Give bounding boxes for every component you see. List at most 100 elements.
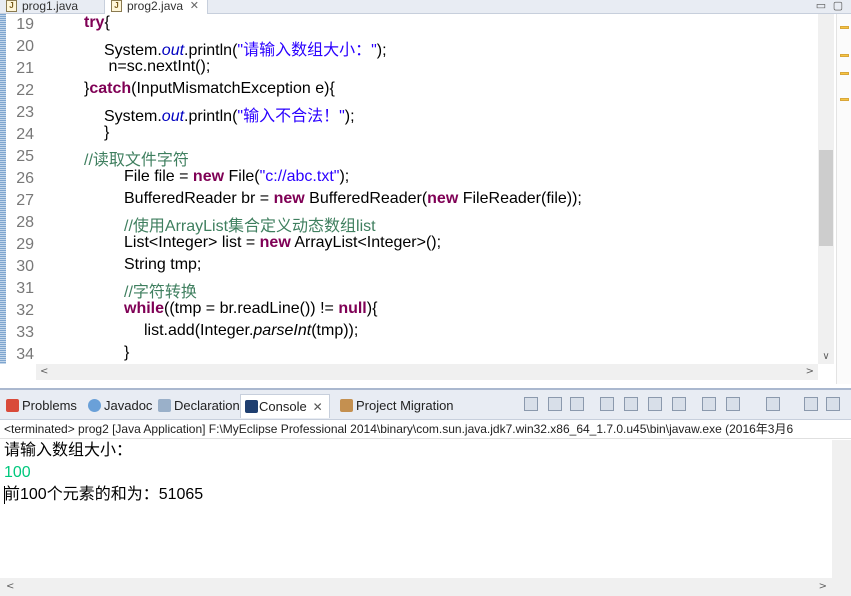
line-number: 24: [16, 126, 34, 143]
code-line[interactable]: //读取文件字符: [84, 146, 189, 169]
remove-launch-icon[interactable]: [548, 397, 562, 411]
code-token: .println(: [184, 42, 238, 59]
maximize-icon[interactable]: [826, 397, 840, 411]
editor-horizontal-scrollbar[interactable]: < >: [36, 364, 818, 380]
code-line[interactable]: File file = new File("c://abc.txt");: [124, 168, 349, 190]
code-text-area[interactable]: try{System.out.println("请输入数组大小："); n=sc…: [36, 14, 816, 364]
terminate-icon[interactable]: [524, 397, 538, 411]
console-output-area[interactable]: 请输入数组大小： 100 前100个元素的和为：51065: [0, 440, 832, 576]
warning-marker[interactable]: [840, 98, 849, 101]
minimize-icon[interactable]: ▭: [814, 1, 828, 12]
code-token: catch: [89, 80, 132, 97]
declaration-icon: [158, 399, 171, 412]
text-caret: [4, 486, 5, 504]
code-line[interactable]: BufferedReader br = new BufferedReader(n…: [124, 190, 582, 212]
code-token: System.: [104, 42, 162, 59]
problems-icon: [6, 399, 19, 412]
tab-console[interactable]: Console ✕: [240, 394, 330, 418]
code-line[interactable]: System.out.println("请输入数组大小：");: [104, 36, 387, 59]
minimize-icon[interactable]: [804, 397, 818, 411]
scroll-left-arrow-icon[interactable]: <: [40, 366, 48, 377]
tab-label: Javadoc: [104, 398, 153, 413]
code-line[interactable]: //使用ArrayList集合定义动态数组list: [124, 212, 376, 235]
code-editor[interactable]: J prog1.java J prog2.java ✕ ▭ ▢ 19 20 21 22…: [0, 0, 851, 384]
scroll-left-arrow-icon[interactable]: <: [6, 581, 14, 592]
open-console-icon[interactable]: [766, 397, 780, 411]
editor-tab-prog2[interactable]: J prog2.java ✕: [104, 0, 208, 14]
code-line[interactable]: }catch(InputMismatchException e){: [84, 80, 335, 102]
editor-tab-bar: J prog1.java J prog2.java ✕ ▭ ▢: [0, 0, 851, 14]
code-token: );: [344, 108, 355, 125]
overview-ruler[interactable]: [836, 14, 851, 384]
code-line[interactable]: }: [124, 344, 129, 364]
code-token: System.: [104, 108, 162, 125]
code-token: null: [338, 300, 367, 317]
console-panel: Problems Javadoc Declaration Console ✕ P…: [0, 388, 851, 596]
code-token: new: [273, 190, 305, 207]
line-number: 23: [16, 104, 34, 121]
javadoc-icon: [88, 399, 101, 412]
code-line[interactable]: }: [104, 124, 109, 146]
tab-project-migration[interactable]: Project Migration: [338, 396, 454, 416]
code-token: while: [124, 300, 165, 317]
line-number: 33: [16, 324, 34, 341]
editor-vertical-scrollbar[interactable]: ∨: [818, 14, 834, 364]
line-number: 28: [16, 214, 34, 231]
code-token: BufferedReader(: [304, 190, 428, 207]
line-number: 26: [16, 170, 34, 187]
code-token: try: [84, 14, 105, 31]
console-horizontal-scrollbar[interactable]: < >: [0, 578, 851, 596]
code-line[interactable]: //字符转换: [124, 278, 197, 301]
code-token: new: [427, 190, 459, 207]
line-number: 34: [16, 346, 34, 363]
line-number: 22: [16, 82, 34, 99]
line-number: 31: [16, 280, 34, 297]
code-line[interactable]: n=sc.nextInt();: [104, 58, 210, 80]
display-console-icon[interactable]: [726, 397, 740, 411]
scroll-right-arrow-icon[interactable]: >: [806, 366, 814, 377]
code-token: }: [124, 344, 130, 361]
console-icon: [245, 400, 258, 413]
code-line[interactable]: list.add(Integer.parseInt(tmp));: [144, 322, 358, 344]
code-line[interactable]: List<Integer> list = new ArrayList<Integ…: [124, 234, 441, 256]
console-output-line: 请输入数组大小：: [4, 442, 133, 459]
warning-marker[interactable]: [840, 54, 849, 57]
code-token: out: [161, 108, 185, 125]
line-number-ruler: 19 20 21 22 23 24 25 26 27 28 29 30 31 32 33 34: [6, 14, 36, 364]
code-line[interactable]: try{: [84, 14, 110, 36]
word-wrap-icon[interactable]: [648, 397, 662, 411]
warning-marker[interactable]: [840, 72, 849, 75]
tab-declaration[interactable]: Declaration: [156, 396, 240, 416]
console-output-line: 前100个元素的和为：51065: [4, 486, 204, 503]
maximize-icon[interactable]: ▢: [831, 1, 845, 12]
tab-problems[interactable]: Problems: [4, 396, 77, 416]
warning-marker[interactable]: [840, 26, 849, 29]
tab-label: Problems: [22, 398, 77, 413]
views-tab-bar: Problems Javadoc Declaration Console ✕ P…: [0, 390, 851, 420]
tab-label: Console: [259, 399, 307, 414]
scroll-right-arrow-icon[interactable]: >: [819, 581, 827, 592]
code-line[interactable]: while((tmp = br.readLine()) != null){: [124, 300, 377, 322]
code-token: FileReader(file));: [458, 190, 582, 207]
tab-javadoc[interactable]: Javadoc: [86, 396, 152, 416]
code-token: .println(: [184, 108, 238, 125]
close-icon[interactable]: ✕: [313, 395, 323, 419]
pin-console-icon[interactable]: [702, 397, 716, 411]
tab-label: Declaration: [174, 398, 240, 413]
remove-all-launches-icon[interactable]: [570, 397, 584, 411]
editor-tab-label: prog1.java: [22, 0, 79, 13]
code-token: new: [192, 168, 225, 185]
editor-tab-prog1[interactable]: J prog1.java: [0, 0, 102, 14]
show-console-icon[interactable]: [672, 397, 686, 411]
scroll-lock-icon[interactable]: [624, 397, 638, 411]
code-line[interactable]: String tmp;: [124, 256, 201, 278]
close-icon[interactable]: ✕: [190, 0, 199, 12]
scroll-down-arrow-icon[interactable]: ∨: [818, 351, 834, 362]
console-vertical-scrollbar[interactable]: [832, 440, 851, 578]
scrollbar-thumb[interactable]: [819, 150, 833, 246]
console-launch-header: <terminated> prog2 [Java Application] F:…: [0, 421, 851, 439]
clear-console-icon[interactable]: [600, 397, 614, 411]
code-line[interactable]: System.out.println("输入不合法！");: [104, 102, 355, 125]
code-token: ((tmp = br.readLine()) !=: [164, 300, 339, 317]
line-number: 27: [16, 192, 34, 209]
